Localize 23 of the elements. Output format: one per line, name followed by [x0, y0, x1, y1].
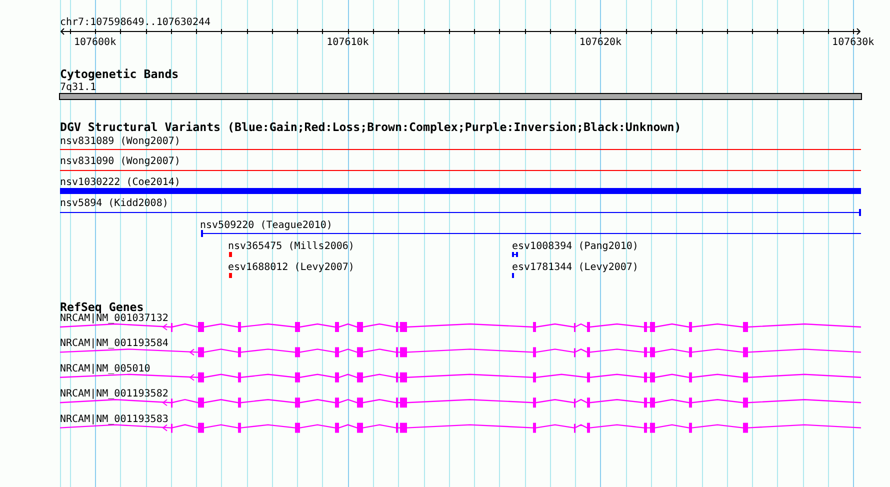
- transcript-label: NRCAM|NM_001193584: [60, 338, 168, 350]
- variant-label: nsv831090 (Wong2007): [60, 156, 180, 167]
- track-title: Cytogenetic Bands: [60, 67, 179, 81]
- track-title: RefSeq Genes: [60, 300, 144, 314]
- variant-label: nsv5894 (Kidd2008): [60, 198, 168, 209]
- variant-label: nsv831089 (Wong2007): [60, 136, 180, 147]
- transcript-label: NRCAM|NM_001037132: [60, 313, 168, 324]
- variant-label: esv1781344 (Levy2007): [512, 262, 638, 273]
- transcript-label: NRCAM|NM_005010: [60, 363, 150, 374]
- variant-label: esv1688012 (Levy2007): [228, 262, 354, 273]
- variant-label: esv1008394 (Pang2010): [512, 241, 638, 252]
- transcript-label: NRCAM|NM_001193582: [60, 388, 168, 400]
- axis-label: 107610k: [326, 37, 369, 48]
- track-title: DGV Structural Variants (Blue:Gain;Red:Loss;Brown:Complex;Purple:Inversion;Black:Unknown): [60, 120, 682, 134]
- region-label: chr7:107598649..107630244: [60, 17, 211, 28]
- transcript-label: NRCAM|NM_001193583: [60, 414, 168, 425]
- axis-label: 107630k: [832, 37, 874, 48]
- axis-label: 107620k: [579, 37, 622, 48]
- band-label: 7q31.1: [60, 82, 96, 93]
- variant-label: nsv1030222 (Coe2014): [60, 177, 180, 188]
- axis-label: 107600k: [74, 37, 116, 48]
- variant-label: nsv509220 (Teague2010): [200, 220, 332, 231]
- variant-label: nsv365475 (Mills2006): [228, 241, 354, 252]
